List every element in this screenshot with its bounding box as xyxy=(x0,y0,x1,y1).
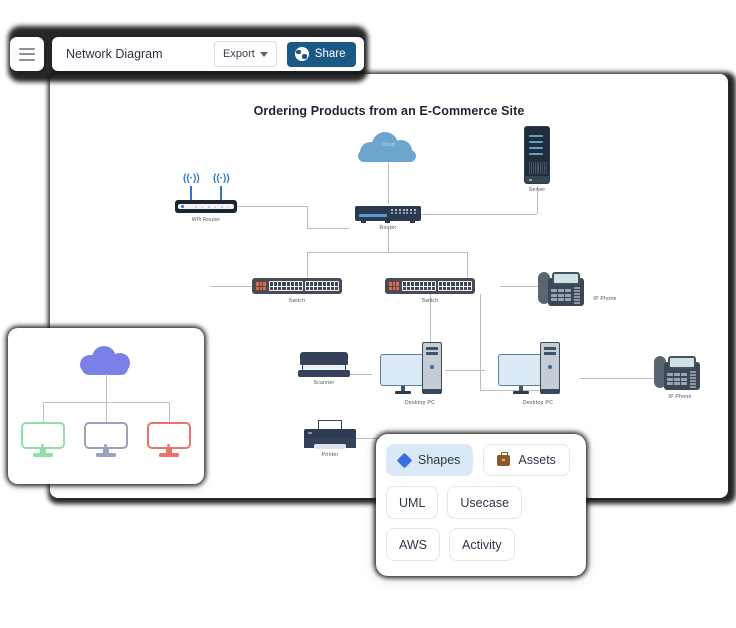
scanner-icon xyxy=(298,352,350,378)
monitor-green-icon[interactable] xyxy=(21,422,65,458)
server-label: Server xyxy=(528,187,546,193)
page-title: Ordering Products from an E-Commerce Sit… xyxy=(253,104,525,118)
export-label: Export xyxy=(223,48,255,60)
document-title[interactable]: Network Diagram xyxy=(66,47,204,61)
export-button[interactable]: Export xyxy=(214,41,277,67)
monitor-red-icon[interactable] xyxy=(147,422,191,458)
wire-pc-right-v xyxy=(480,294,481,390)
briefcase-icon xyxy=(497,452,511,466)
monitor-icon xyxy=(498,354,544,386)
wire-right-branch xyxy=(480,390,542,391)
inset-diagram-panel[interactable] xyxy=(8,328,204,484)
inset-wire-trunk xyxy=(106,374,107,402)
tab-assets[interactable]: Assets xyxy=(483,444,570,476)
wire-wifi-router xyxy=(307,228,349,229)
tab-assets-label: Assets xyxy=(518,453,556,467)
wire-wifi-v xyxy=(307,206,308,228)
ip-phone-bottom-label: IP Phone xyxy=(668,394,692,400)
toolbar: Network Diagram Export Share xyxy=(10,28,365,80)
wire-switch-left-out xyxy=(210,286,252,287)
wire-switch-right-v xyxy=(467,252,468,278)
inset-wire-mid xyxy=(106,402,107,422)
desktop-pc-right-label: Desktop PC xyxy=(522,400,554,406)
switch-right-label: Switch xyxy=(421,298,439,304)
shape-button-aws[interactable]: AWS xyxy=(386,528,441,561)
wire-ipphone-bottom-h xyxy=(580,378,658,379)
chevron-down-icon xyxy=(259,51,268,57)
wifi-router-label: Wifi Router xyxy=(191,217,221,223)
router-label: Router xyxy=(379,225,397,231)
diamond-icon xyxy=(396,452,413,468)
share-button[interactable]: Share xyxy=(286,41,357,67)
cloud-label: Cloud xyxy=(381,142,395,148)
switch-left-label: Switch xyxy=(288,298,306,304)
printer-icon xyxy=(304,420,356,452)
wire-cloud-router xyxy=(388,162,389,204)
tab-shapes-label: Shapes xyxy=(418,453,461,467)
router-icon xyxy=(355,206,421,223)
hamburger-menu-icon[interactable] xyxy=(10,37,44,71)
switch-icon xyxy=(252,278,342,294)
pc-tower-icon xyxy=(422,342,442,394)
desktop-pc-left-label: Desktop PC xyxy=(404,400,436,406)
wire-switch-bus xyxy=(307,252,467,253)
wire-router-server-h xyxy=(417,214,537,215)
printer-label: Printer xyxy=(321,452,339,458)
globe-icon xyxy=(294,47,309,61)
tab-shapes[interactable]: Shapes xyxy=(386,444,474,476)
ip-phone-icon xyxy=(654,354,700,390)
server-icon xyxy=(524,126,550,184)
shape-button-uml[interactable]: UML xyxy=(386,486,439,519)
switch-icon xyxy=(385,278,475,294)
wire-wifi-h xyxy=(237,206,307,207)
shapes-panel-buttons: UML Usecase AWS Activity xyxy=(386,486,576,561)
wire-pc-left-h xyxy=(445,370,485,371)
shapes-panel-tabs: Shapes Assets xyxy=(386,444,576,476)
ip-phone-icon xyxy=(538,270,584,306)
wifi-router-icon xyxy=(175,200,237,213)
pc-tower-icon xyxy=(540,342,560,394)
title-bar: Network Diagram Export Share xyxy=(52,37,365,71)
share-label: Share xyxy=(314,48,346,60)
ip-phone-top-label: IP Phone xyxy=(593,296,617,302)
wifi-wave-right-icon: ((·)) xyxy=(213,173,230,184)
app-root: Ordering Products from an E-Commerce Sit… xyxy=(0,0,736,628)
shape-button-usecase[interactable]: Usecase xyxy=(447,486,523,519)
inset-wire-right xyxy=(169,402,170,422)
wire-switch-left-v xyxy=(307,252,308,278)
monitor-icon xyxy=(380,354,426,386)
shape-button-activity[interactable]: Activity xyxy=(449,528,515,561)
scanner-label: Scanner xyxy=(313,380,335,386)
wire-router-down xyxy=(388,228,389,252)
wifi-wave-left-icon: ((·)) xyxy=(183,173,200,184)
inset-wire-left xyxy=(43,402,44,422)
shapes-panel[interactable]: Shapes Assets UML Usecase AWS Activity xyxy=(376,434,586,576)
monitor-slate-icon[interactable] xyxy=(84,422,128,458)
